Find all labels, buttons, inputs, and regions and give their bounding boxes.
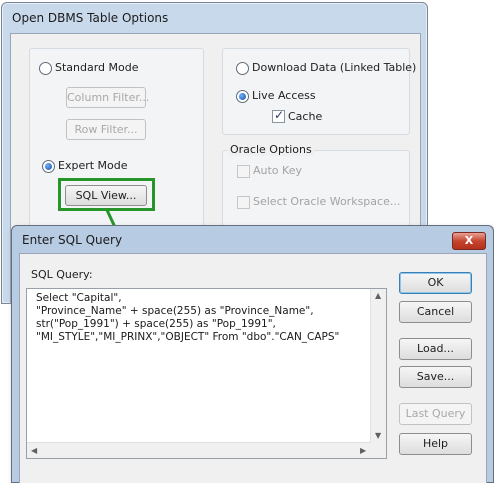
- load-button[interactable]: Load...: [399, 338, 472, 360]
- row-filter-button[interactable]: Row Filter...: [66, 119, 146, 140]
- expert-mode-radio[interactable]: [42, 160, 55, 173]
- select-workspace-label: Select Oracle Workspace...: [253, 195, 401, 208]
- expert-mode-label: Expert Mode: [58, 159, 128, 172]
- sql-query-label-text: SQL Query:: [31, 268, 93, 281]
- horizontal-scrollbar[interactable]: ◀ ▶: [27, 442, 371, 458]
- live-access-label: Live Access: [252, 89, 316, 102]
- sql-view-highlight: [58, 178, 155, 211]
- download-data-label: Download Data (Linked Table): [252, 61, 417, 74]
- scroll-down-icon[interactable]: ▼: [375, 431, 381, 440]
- auto-key-label: Auto Key: [253, 164, 302, 177]
- scrollbar-corner: [371, 443, 386, 458]
- sql-query-label: SQL Query:: [31, 268, 93, 281]
- sql-query-textarea[interactable]: Select "Capital", "Province_Name" + spac…: [26, 288, 387, 459]
- window-title: Enter SQL Query: [22, 233, 123, 247]
- save-button[interactable]: Save...: [399, 366, 472, 388]
- help-button[interactable]: Help: [399, 433, 472, 455]
- last-query-button[interactable]: Last Query: [399, 403, 472, 425]
- close-button[interactable]: X: [452, 232, 486, 250]
- cancel-button[interactable]: Cancel: [399, 301, 472, 323]
- live-access-radio[interactable]: [236, 90, 249, 103]
- select-workspace-checkbox[interactable]: [237, 196, 250, 209]
- standard-mode-radio[interactable]: [39, 62, 52, 75]
- cache-checkbox[interactable]: ✓: [272, 108, 285, 123]
- scroll-left-icon[interactable]: ◀: [31, 446, 37, 455]
- download-data-radio[interactable]: [236, 62, 249, 75]
- window-title: Open DBMS Table Options: [12, 11, 169, 25]
- standard-mode-label: Standard Mode: [55, 61, 139, 74]
- scroll-up-icon[interactable]: ▲: [375, 291, 381, 300]
- oracle-options-group: [222, 150, 410, 232]
- oracle-options-title: Oracle Options: [228, 143, 314, 156]
- checkmark-icon: ✓: [274, 108, 285, 122]
- close-icon: X: [464, 234, 474, 247]
- cache-label: Cache: [288, 110, 323, 123]
- sql-query-text[interactable]: Select "Capital", "Province_Name" + spac…: [36, 292, 366, 344]
- scroll-right-icon[interactable]: ▶: [360, 446, 366, 455]
- vertical-scrollbar[interactable]: ▲ ▼: [370, 289, 386, 443]
- auto-key-checkbox[interactable]: [237, 165, 250, 178]
- column-filter-button[interactable]: Column Filter...: [66, 87, 149, 108]
- ok-button[interactable]: OK: [399, 272, 472, 294]
